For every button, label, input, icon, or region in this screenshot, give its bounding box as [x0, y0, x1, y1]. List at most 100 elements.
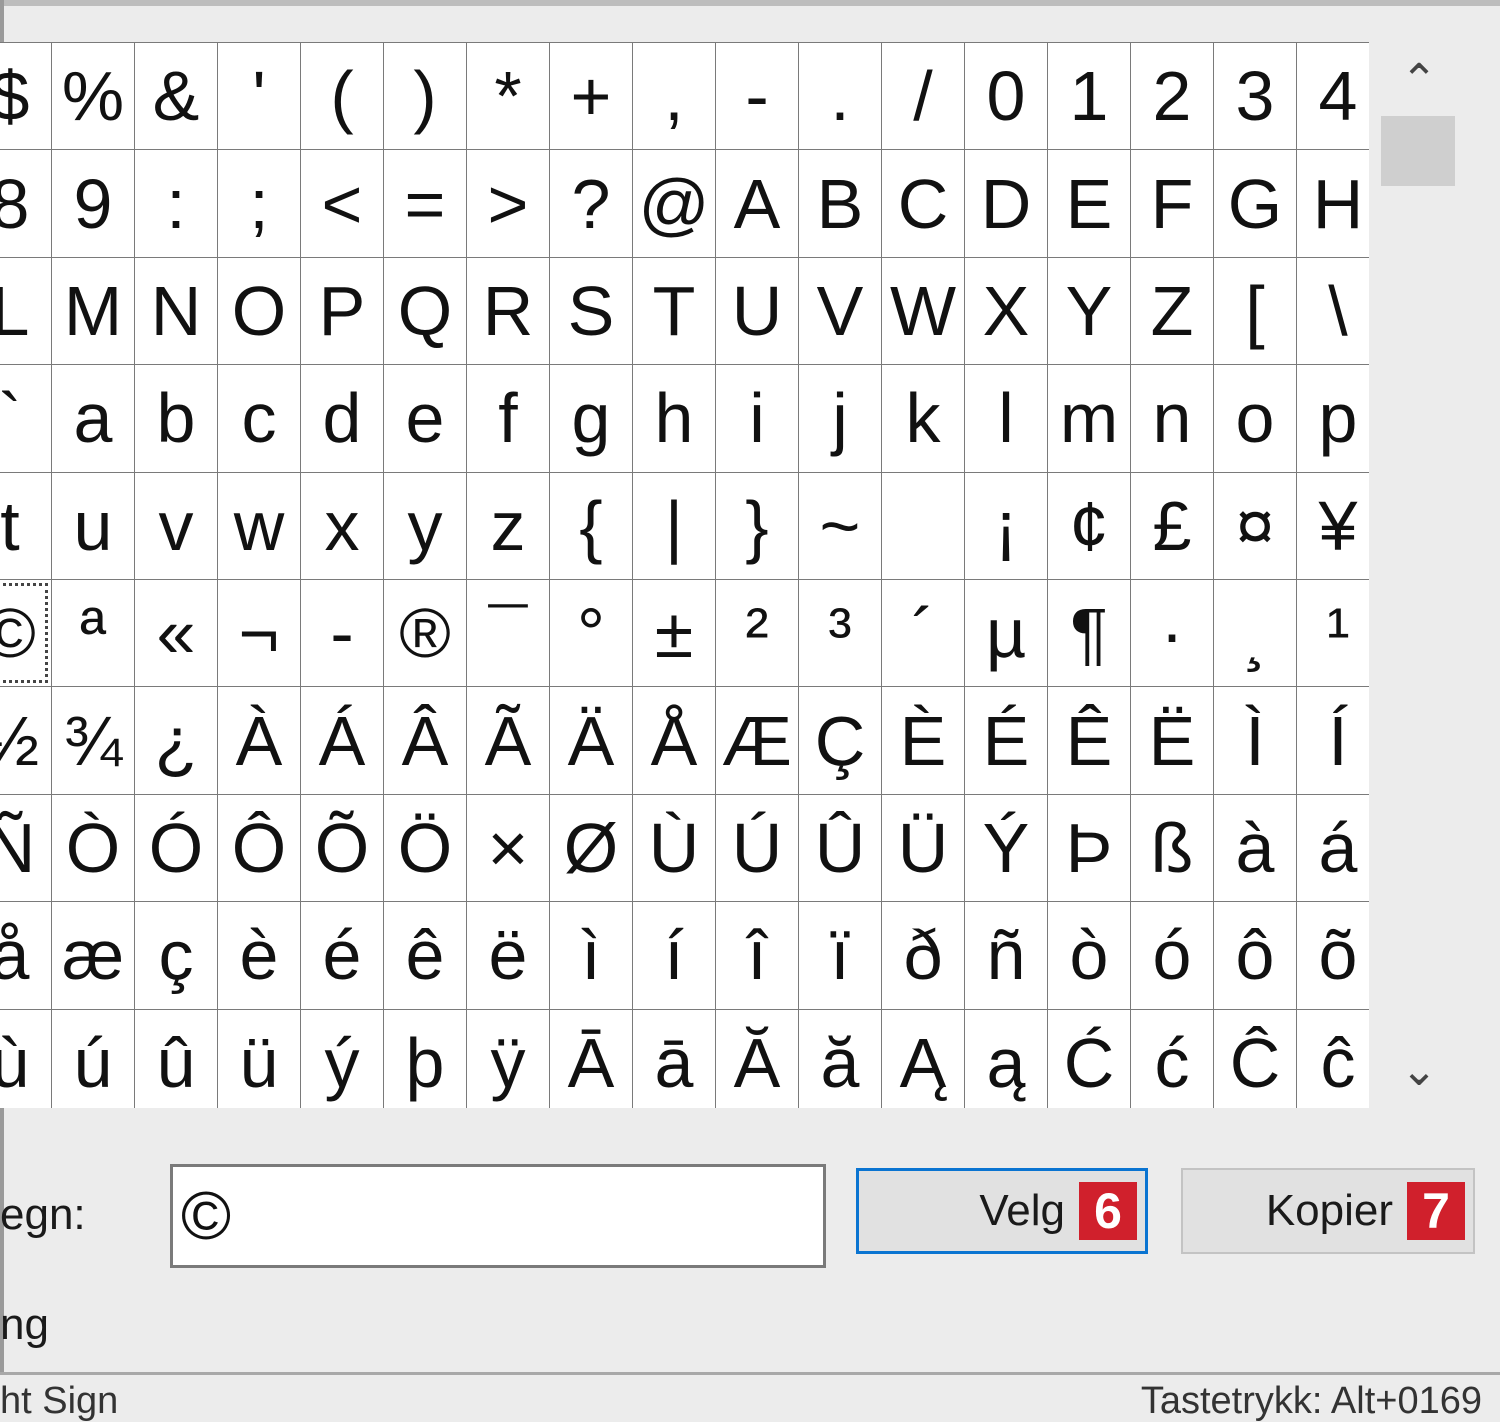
char-cell[interactable]: ă	[799, 1009, 881, 1108]
char-cell[interactable]: j	[799, 365, 881, 472]
char-cell[interactable]: ò	[1048, 902, 1130, 1009]
char-cell[interactable]: H	[1297, 150, 1369, 257]
char-cell[interactable]: Ò	[52, 794, 134, 902]
char-cell[interactable]: N	[135, 257, 217, 365]
char-cell[interactable]: ;	[218, 150, 300, 257]
char-cell[interactable]: Ú	[716, 794, 798, 902]
char-cell[interactable]: 8	[0, 150, 51, 257]
char-cell[interactable]: B	[799, 150, 881, 257]
char-cell[interactable]: ¥	[1297, 472, 1369, 579]
char-cell[interactable]: w	[218, 472, 300, 579]
char-cell[interactable]: û	[135, 1009, 217, 1108]
char-cell[interactable]: `	[0, 365, 51, 472]
char-cell[interactable]: ü	[218, 1009, 300, 1108]
char-cell[interactable]: Ô	[218, 794, 300, 902]
char-cell[interactable]: ó	[1131, 902, 1213, 1009]
char-cell[interactable]: ª	[52, 579, 134, 687]
char-cell[interactable]: ¢	[1048, 472, 1130, 579]
char-cell[interactable]: t	[0, 472, 51, 579]
char-cell[interactable]: Z	[1131, 257, 1213, 365]
char-cell[interactable]: ç	[135, 902, 217, 1009]
char-cell[interactable]: ²	[716, 579, 798, 687]
char-cell[interactable]: ®	[384, 579, 466, 687]
char-cell[interactable]: ą	[965, 1009, 1047, 1108]
char-cell[interactable]: Ă	[716, 1009, 798, 1108]
char-cell[interactable]: °	[550, 579, 632, 687]
char-cell[interactable]: U	[716, 257, 798, 365]
char-cell[interactable]: ý	[301, 1009, 383, 1108]
char-cell[interactable]: @	[633, 150, 715, 257]
advanced-view-label[interactable]: ng	[0, 1300, 49, 1350]
char-cell[interactable]: Ü	[882, 794, 964, 902]
char-cell[interactable]: ÿ	[467, 1009, 549, 1108]
char-cell[interactable]: ~	[799, 472, 881, 579]
scroll-up-icon[interactable]: ⌃	[1391, 52, 1447, 108]
char-cell[interactable]: ô	[1214, 902, 1296, 1009]
char-cell[interactable]: -	[716, 43, 798, 150]
char-cell[interactable]: ©	[0, 579, 51, 687]
char-cell[interactable]: Q	[384, 257, 466, 365]
char-cell[interactable]: æ	[52, 902, 134, 1009]
char-cell[interactable]: f	[467, 365, 549, 472]
char-cell[interactable]: Á	[301, 687, 383, 794]
char-cell[interactable]: )	[384, 43, 466, 150]
char-cell[interactable]: W	[882, 257, 964, 365]
char-cell[interactable]: É	[965, 687, 1047, 794]
char-cell[interactable]: p	[1297, 365, 1369, 472]
char-cell[interactable]: Æ	[716, 687, 798, 794]
char-cell[interactable]: Ö	[384, 794, 466, 902]
char-cell[interactable]: Ý	[965, 794, 1047, 902]
char-cell[interactable]: ,	[633, 43, 715, 150]
char-cell[interactable]: P	[301, 257, 383, 365]
char-cell[interactable]: L	[0, 257, 51, 365]
char-cell[interactable]: E	[1048, 150, 1130, 257]
char-cell[interactable]: ā	[633, 1009, 715, 1108]
vertical-scrollbar[interactable]: ⌃ ⌄	[1369, 42, 1469, 1108]
char-cell[interactable]: Ó	[135, 794, 217, 902]
char-cell[interactable]: /	[882, 43, 964, 150]
char-cell[interactable]: O	[218, 257, 300, 365]
char-cell[interactable]: ?	[550, 150, 632, 257]
char-cell[interactable]: ¹	[1297, 579, 1369, 687]
char-cell[interactable]: õ	[1297, 902, 1369, 1009]
char-cell[interactable]: î	[716, 902, 798, 1009]
char-cell[interactable]: \	[1297, 257, 1369, 365]
char-cell[interactable]: í	[633, 902, 715, 1009]
char-cell[interactable]: n	[1131, 365, 1213, 472]
char-cell[interactable]: g	[550, 365, 632, 472]
char-cell[interactable]: ê	[384, 902, 466, 1009]
char-cell[interactable]: u	[52, 472, 134, 579]
char-cell[interactable]: Ā	[550, 1009, 632, 1108]
char-cell[interactable]: Õ	[301, 794, 383, 902]
char-cell[interactable]: Í	[1297, 687, 1369, 794]
char-cell[interactable]: <	[301, 150, 383, 257]
char-cell[interactable]: Ì	[1214, 687, 1296, 794]
char-cell[interactable]: M	[52, 257, 134, 365]
char-cell[interactable]: |	[633, 472, 715, 579]
char-cell[interactable]: È	[882, 687, 964, 794]
char-cell[interactable]: :	[135, 150, 217, 257]
char-cell[interactable]: 4	[1297, 43, 1369, 150]
char-cell[interactable]: F	[1131, 150, 1213, 257]
char-cell[interactable]: =	[384, 150, 466, 257]
char-cell[interactable]: ù	[0, 1009, 51, 1108]
char-cell[interactable]: è	[218, 902, 300, 1009]
scroll-down-icon[interactable]: ⌄	[1391, 1042, 1447, 1098]
char-cell[interactable]: R	[467, 257, 549, 365]
char-cell[interactable]: $	[0, 43, 51, 150]
char-cell[interactable]: z	[467, 472, 549, 579]
char-cell[interactable]: Ą	[882, 1009, 964, 1108]
char-cell[interactable]: ú	[52, 1009, 134, 1108]
char-cell[interactable]: ð	[882, 902, 964, 1009]
char-cell[interactable]: Y	[1048, 257, 1130, 365]
char-cell[interactable]: +	[550, 43, 632, 150]
char-cell[interactable]: i	[716, 365, 798, 472]
char-cell[interactable]: -	[301, 579, 383, 687]
char-cell[interactable]: ĉ	[1297, 1009, 1369, 1108]
char-cell[interactable]: >	[467, 150, 549, 257]
char-cell[interactable]: Ø	[550, 794, 632, 902]
char-cell[interactable]: ½	[0, 687, 51, 794]
char-cell[interactable]: À	[218, 687, 300, 794]
char-cell[interactable]: Ë	[1131, 687, 1213, 794]
char-cell[interactable]: G	[1214, 150, 1296, 257]
